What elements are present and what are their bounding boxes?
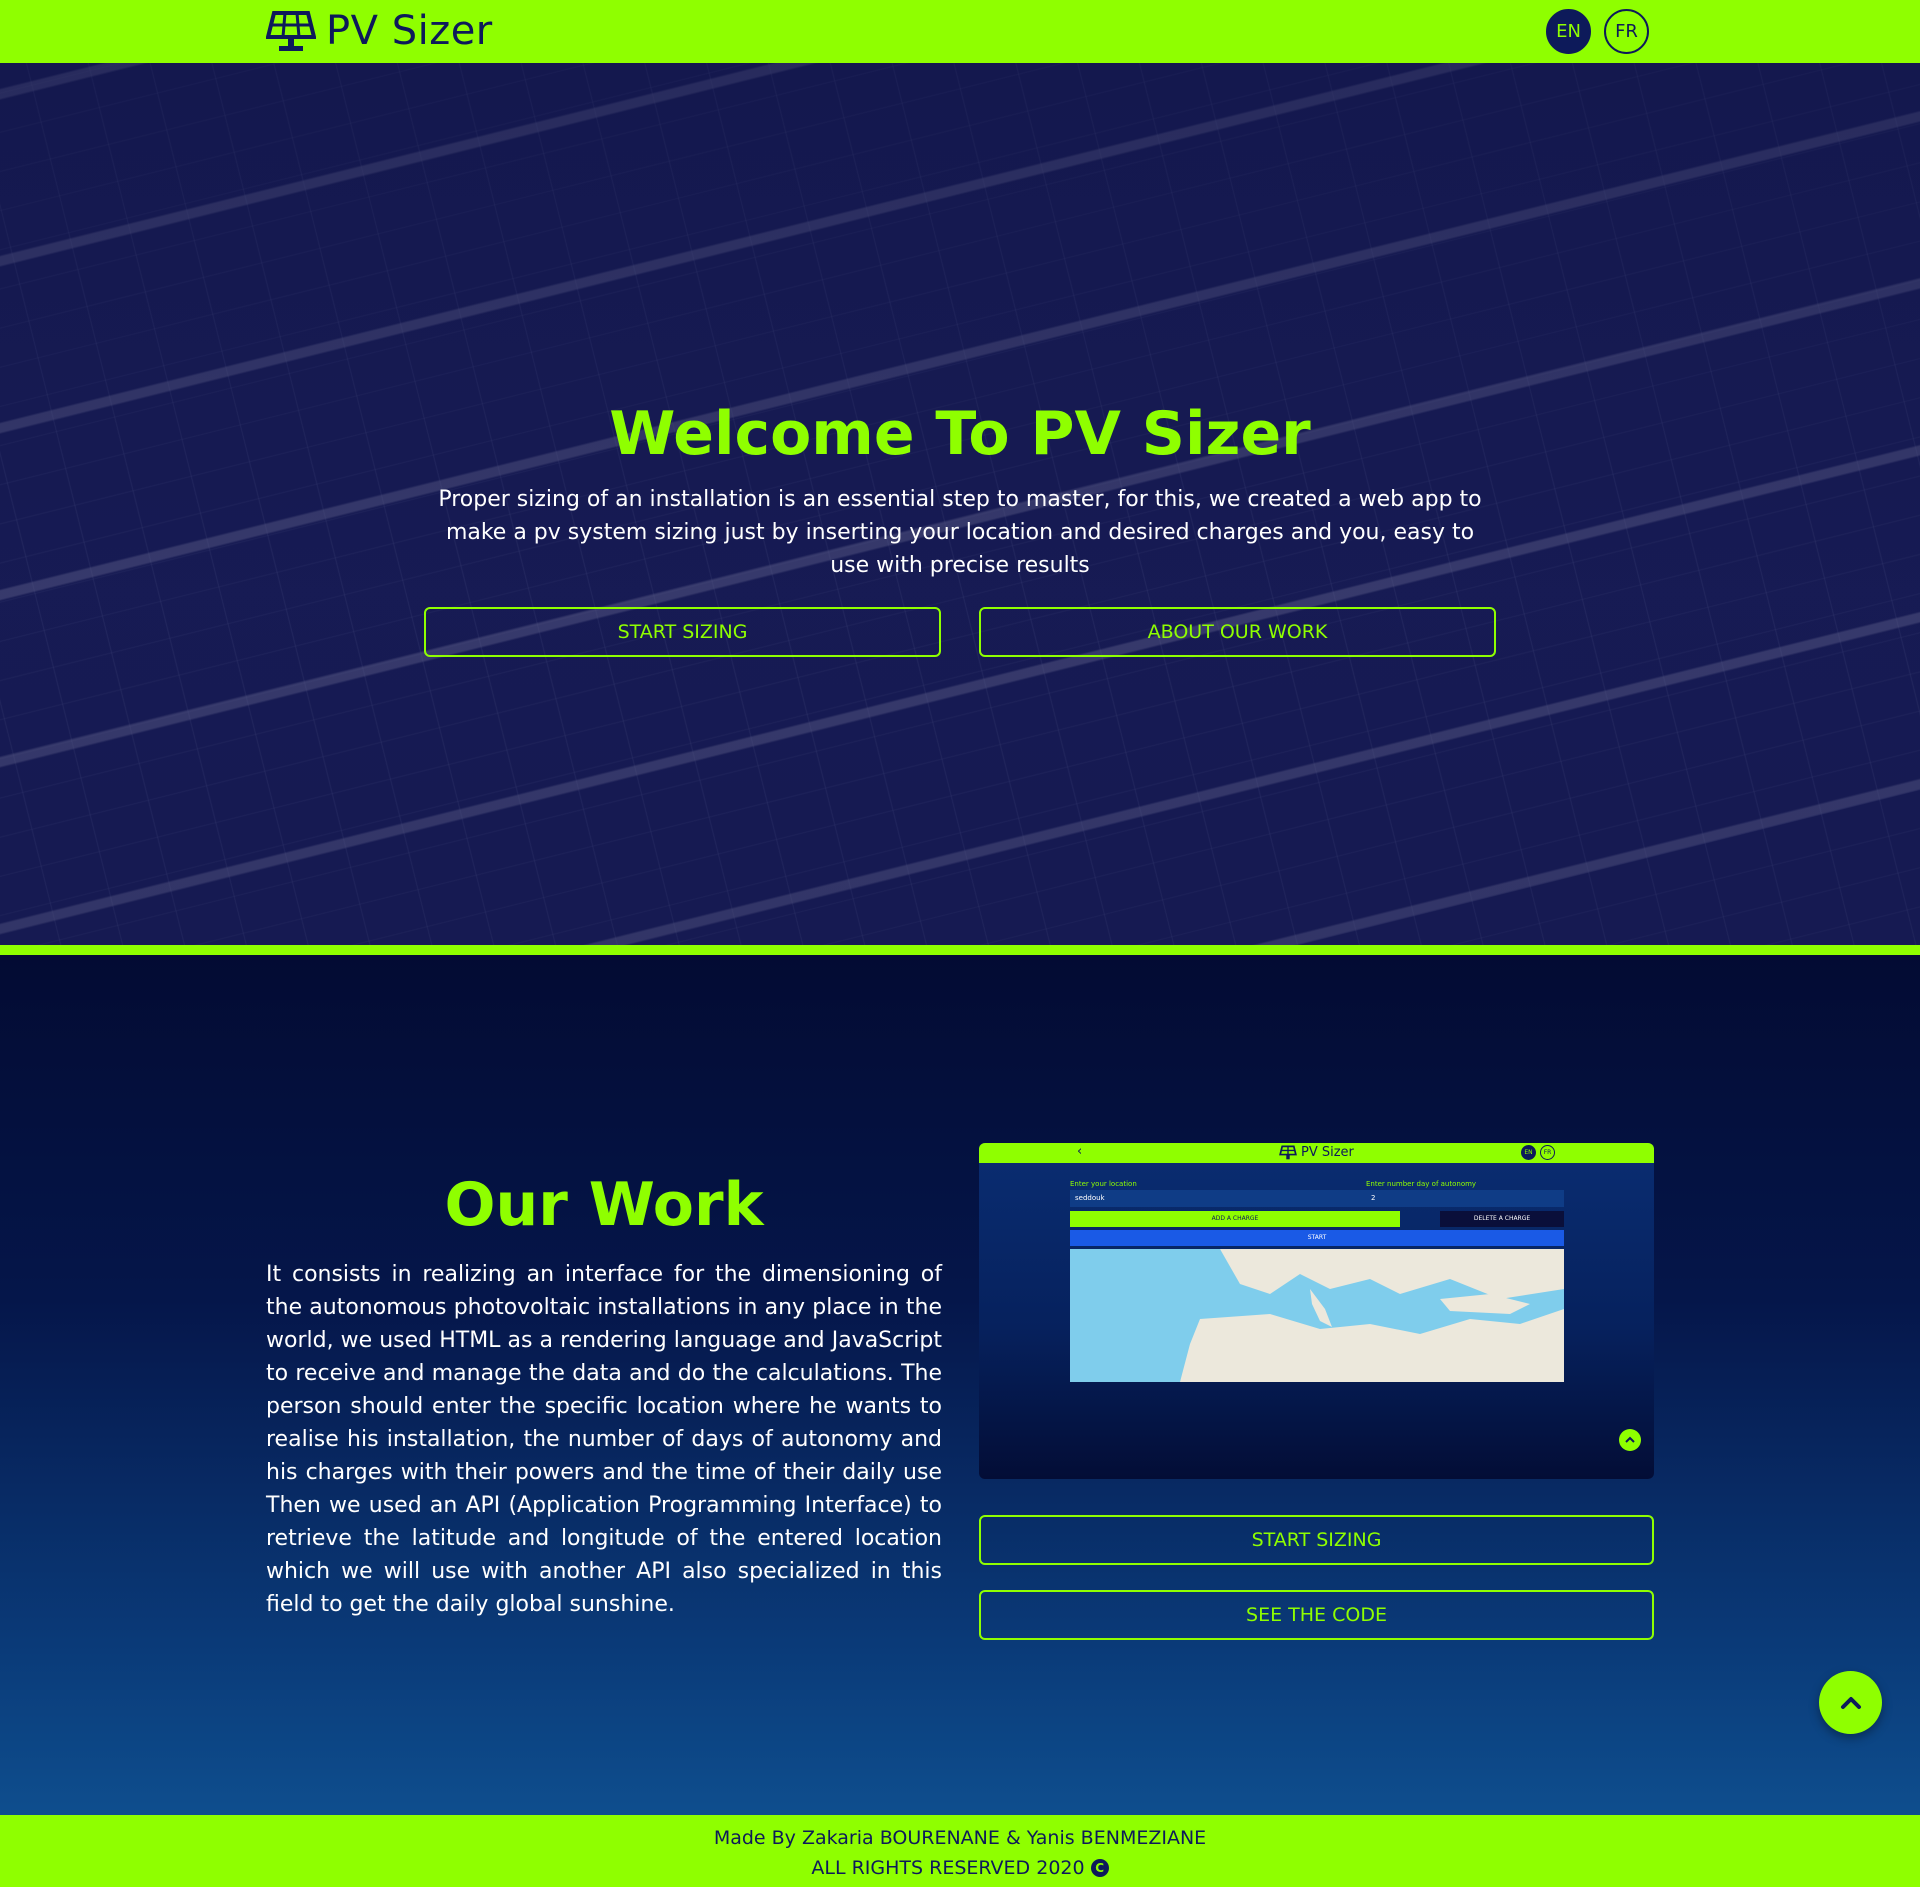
preview-map [1070,1249,1564,1382]
preview-scroll-up-icon [1619,1429,1641,1451]
lang-fr-button[interactable]: FR [1604,9,1649,54]
work-start-sizing-button[interactable]: START SIZING [979,1515,1654,1565]
scroll-to-top-button[interactable] [1819,1671,1882,1734]
preview-autonomy-input: 2 [1366,1190,1564,1207]
preview-start-button: START [1070,1230,1564,1246]
footer-rights-row: ALL RIGHTS RESERVED 2020 C [0,1857,1920,1879]
chevron-up-icon [1840,1696,1861,1709]
preview-location-input: seddouk [1070,1190,1370,1207]
app-preview-screenshot: ‹ PV Sizer EN FR Enter your location sed… [979,1143,1654,1479]
lang-en-button[interactable]: EN [1546,9,1591,54]
preview-lang-fr: FR [1540,1145,1555,1160]
copyright-icon: C [1090,1859,1109,1877]
navbar: PV Sizer EN FR [0,0,1920,63]
preview-brand: PV Sizer [1279,1145,1354,1160]
hero-title: Welcome To PV Sizer [609,399,1311,469]
preview-navbar: ‹ PV Sizer EN FR [979,1143,1654,1163]
preview-map-land [1070,1249,1564,1382]
see-the-code-button[interactable]: SEE THE CODE [979,1590,1654,1640]
hero-section: Welcome To PV Sizer Proper sizing of an … [0,63,1920,945]
preview-brand-name: PV Sizer [1301,1145,1354,1160]
brand-link[interactable]: PV Sizer [266,6,493,56]
brand-name: PV Sizer [326,8,493,54]
footer-credits: Made By Zakaria BOURENANE & Yanis BENMEZ… [713,1827,1207,1849]
start-sizing-button[interactable]: START SIZING [424,607,941,657]
preview-add-charge-button: ADD A CHARGE [1070,1211,1400,1227]
hero-description: Proper sizing of an installation is an e… [438,487,1482,578]
preview-solar-panel-icon [1279,1145,1297,1160]
section-divider [0,945,1920,955]
footer-rights: ALL RIGHTS RESERVED 2020 [811,1857,1085,1879]
preview-autonomy-label: Enter number day of autonomy [1366,1180,1477,1188]
our-work-section: Our Work It consists in realizing an int… [0,955,1920,1815]
our-work-title: Our Work [444,1170,764,1240]
preview-back-icon: ‹ [1077,1144,1083,1159]
preview-location-label: Enter your location [1070,1180,1137,1188]
about-our-work-button[interactable]: ABOUT OUR WORK [979,607,1496,657]
solar-panel-icon [266,11,316,51]
preview-delete-charge-button: DELETE A CHARGE [1440,1211,1564,1227]
footer: Made By Zakaria BOURENANE & Yanis BENMEZ… [0,1815,1920,1887]
our-work-description: It consists in realizing an interface fo… [266,1262,942,1617]
preview-lang-en: EN [1521,1145,1536,1160]
